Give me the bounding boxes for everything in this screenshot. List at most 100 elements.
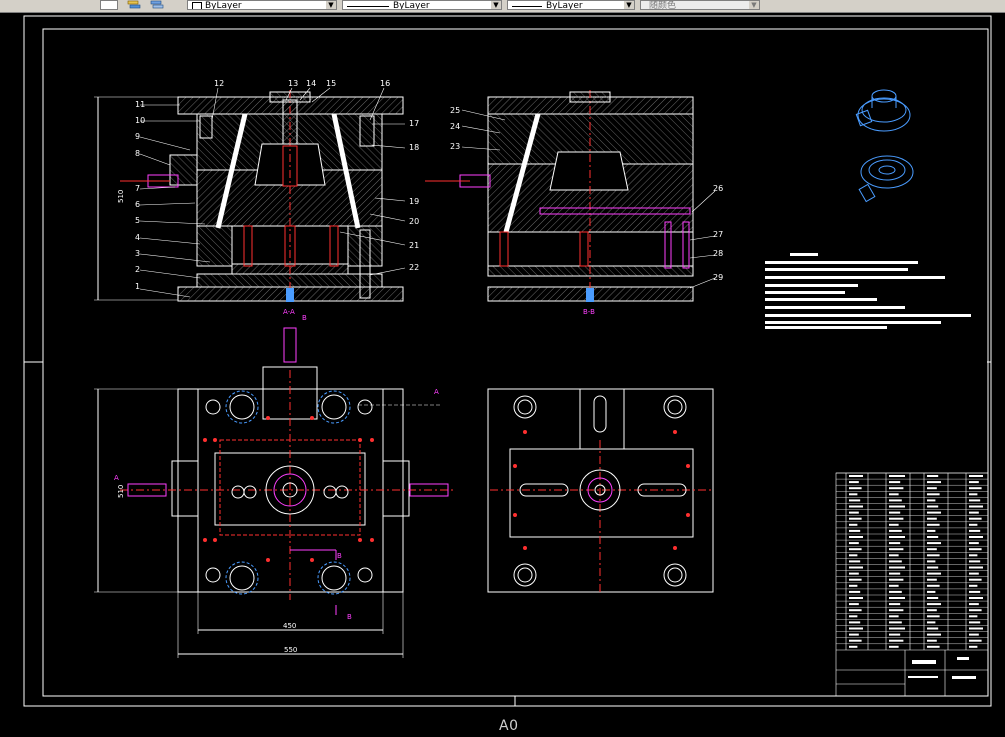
- parts-list-cell-text: [969, 511, 979, 514]
- parts-list-cell-text: [849, 639, 862, 642]
- parts-list-cell-text: [849, 523, 858, 526]
- parts-list-cell-text: [889, 590, 902, 593]
- parts-list-cell-text: [849, 615, 858, 618]
- parts-list-cell-text: [927, 475, 939, 477]
- parts-list-cell-text: [889, 621, 902, 624]
- parts-list-cell-text: [849, 633, 859, 636]
- part-number-label: 8: [135, 149, 140, 158]
- drawing-canvas[interactable]: 510 1 2 3 4 5 6 7 8 9 10 11 12 13 14 15 …: [0, 12, 1005, 718]
- parts-list-cell-text: [927, 542, 941, 545]
- part-number-label: 2: [135, 265, 140, 274]
- part-number-label: 16: [380, 79, 390, 88]
- color-combo[interactable]: ByLayer ▼: [187, 0, 337, 10]
- parts-list-rows: [836, 472, 988, 648]
- part-number-label: 22: [409, 263, 419, 272]
- chevron-down-icon[interactable]: ▼: [326, 1, 336, 9]
- part-number-label: 1: [135, 282, 140, 291]
- chevron-down-icon[interactable]: ▼: [624, 1, 634, 9]
- parts-list-cell-text: [849, 542, 859, 545]
- plotstyle-combo: 随颜色 ▼: [640, 0, 760, 10]
- parts-list-cell-text: [849, 603, 859, 606]
- layout-tab-label[interactable]: A0: [499, 718, 518, 734]
- plan-view-moving-half: 510 450 550 A A B B B: [94, 314, 455, 658]
- parts-list-cell-text: [889, 475, 905, 477]
- layer-previous-icon[interactable]: [150, 0, 164, 9]
- parts-list-cell-text: [969, 548, 982, 551]
- parts-list-cell-text: [927, 621, 936, 624]
- part-number-label: 13: [288, 79, 298, 88]
- linetype-combo[interactable]: ByLayer ▼: [342, 0, 502, 10]
- parts-list-cell-text: [889, 487, 904, 490]
- part-number-label: 5: [135, 216, 140, 225]
- parts-list-cell-text: [969, 475, 983, 477]
- parts-list-cell-text: [927, 590, 936, 593]
- cut-label-b-top: B: [302, 314, 307, 322]
- parts-list-cell-text: [927, 645, 940, 648]
- section-label-bb: B-B: [583, 308, 595, 316]
- parts-list-cell-text: [889, 609, 904, 612]
- part-number-label: 15: [326, 79, 336, 88]
- parts-list-cell-text: [889, 645, 899, 648]
- parts-list-cell-text: [889, 548, 904, 551]
- parts-list-cell-text: [969, 517, 982, 520]
- cut-label-b-bottom: B: [347, 613, 352, 621]
- parts-list-cell-text: [927, 572, 941, 575]
- parts-list-cell-text: [927, 554, 940, 557]
- parts-list-cell-text: [969, 603, 979, 606]
- parts-list-cell-text: [969, 529, 981, 532]
- part-number-label: 18: [409, 143, 419, 152]
- parts-list-cell-text: [889, 572, 901, 575]
- parts-list-cell-text: [927, 548, 937, 551]
- chevron-down-icon[interactable]: ▼: [491, 1, 501, 9]
- parts-list-cell-text: [927, 493, 940, 496]
- parts-list-cell-text: [969, 615, 978, 618]
- part-3d-views: [855, 89, 914, 203]
- parts-list-cell-text: [927, 523, 940, 526]
- parts-list-cell-text: [927, 584, 940, 587]
- parts-list-cell-text: [889, 505, 905, 508]
- parts-list-cell-text: [849, 548, 862, 551]
- linetype-combo-value: ByLayer: [393, 1, 430, 10]
- parts-list-cell-text: [889, 578, 904, 581]
- parts-list-cell-text: [889, 584, 899, 587]
- parts-list-cell-text: [927, 536, 939, 538]
- parts-list-cell-text: [969, 584, 978, 587]
- linetype-preview-icon: [347, 5, 389, 7]
- parts-list-cell-text: [927, 578, 937, 581]
- parts-list-cell-text: [849, 499, 861, 502]
- lineweight-combo[interactable]: ByLayer ▼: [507, 0, 635, 10]
- parts-list-cell-text: [889, 517, 904, 520]
- dimension-height-aa: 510: [117, 190, 125, 203]
- lineweight-preview-icon: [512, 5, 542, 7]
- parts-list-cell-text: [849, 517, 862, 520]
- layer-states-icon[interactable]: [127, 0, 141, 9]
- parts-list-cell-text: [849, 493, 858, 496]
- dimension-height-plan: 510: [117, 485, 125, 498]
- parts-list-cell-text: [889, 615, 899, 618]
- layer-dropdown-tail[interactable]: [100, 0, 118, 10]
- parts-list-cell-text: [849, 609, 862, 612]
- parts-list-cell-text: [849, 511, 859, 514]
- parts-list-cell-text: [889, 493, 899, 496]
- parts-list-cell-text: [889, 603, 901, 606]
- parts-list-cell-text: [969, 505, 983, 508]
- part-number-label: 6: [135, 200, 140, 209]
- parts-list-cell-text: [889, 597, 905, 599]
- parts-list-cell-text: [889, 536, 905, 538]
- parts-list-cell-text: [969, 645, 978, 648]
- parts-list-cell-text: [889, 627, 905, 630]
- parts-list-cell-text: [849, 560, 861, 563]
- parts-list-cell-text: [969, 481, 979, 484]
- parts-list-cell-text: [927, 566, 939, 569]
- lineweight-combo-value: ByLayer: [546, 1, 583, 10]
- part-number-label: 28: [713, 249, 723, 258]
- parts-list-cell-text: [969, 633, 979, 636]
- parts-list-cell-text: [849, 475, 863, 477]
- part-number-label: 24: [450, 122, 460, 131]
- part-number-label: 9: [135, 132, 140, 141]
- parts-list-cell-text: [849, 627, 863, 630]
- parts-list-cell-text: [969, 554, 978, 557]
- parts-list-cell-text: [927, 511, 941, 514]
- parts-list-cell-text: [889, 529, 902, 532]
- parts-list-cell-text: [889, 639, 904, 642]
